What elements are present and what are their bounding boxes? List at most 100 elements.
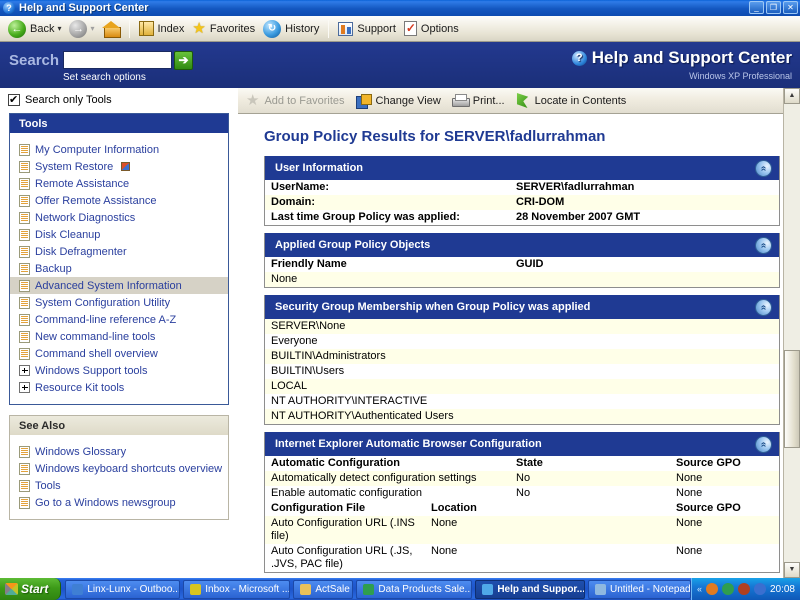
favorites-label: Favorites <box>209 22 256 35</box>
sidebar-item-system-restore[interactable]: System Restore <box>10 158 228 175</box>
close-button[interactable]: ✕ <box>783 1 798 14</box>
brand-block: ? Help and Support Center Windows XP Pro… <box>571 48 792 81</box>
taskbar-item-label: Help and Suppor... <box>497 583 585 595</box>
history-button[interactable]: ↻ History <box>259 18 323 40</box>
taskbar-item[interactable]: Data Products Sale... <box>356 579 473 599</box>
section-title: Security Group Membership when Group Pol… <box>275 301 591 313</box>
support-label: Support <box>357 22 396 35</box>
add-to-favorites-button[interactable]: ★ Add to Favorites <box>244 93 354 108</box>
table-row: Auto Configuration URL (.INS file) None No… <box>265 516 779 544</box>
home-button[interactable] <box>99 18 124 40</box>
toolbar-separator-2 <box>328 19 330 38</box>
index-book-icon <box>138 21 154 36</box>
table-cell: Everyone <box>271 335 318 347</box>
section-body: Friendly Name GUID None <box>265 257 779 287</box>
search-only-tools-row[interactable]: Search only Tools <box>0 88 238 113</box>
sidebar-item-system-configuration-utility[interactable]: System Configuration Utility <box>10 294 228 311</box>
section-header: Applied Group Policy Objects « <box>265 233 779 257</box>
sidebar-item-label: My Computer Information <box>35 143 160 156</box>
scroll-down-button[interactable]: ▼ <box>784 562 800 578</box>
taskbar-item[interactable]: Help and Suppor... <box>475 579 585 599</box>
search-input[interactable] <box>63 51 172 69</box>
minimize-button[interactable]: _ <box>749 1 764 14</box>
back-label: Back <box>30 22 55 35</box>
forward-arrow-icon: → <box>69 19 88 38</box>
page-title: Group Policy Results for SERVER\fadlurra… <box>264 128 606 145</box>
report-section: Applied Group Policy Objects « Friendly Na… <box>264 233 780 288</box>
sidebar-item-new-command-line-tools[interactable]: New command-line tools <box>10 328 228 345</box>
print-button[interactable]: Print... <box>450 94 514 107</box>
taskbar-task-list: Linx-Lunx - Outboo... Inbox - Microsoft .… <box>61 579 691 599</box>
sidebar-item-command-shell-overview[interactable]: Command shell overview <box>10 345 228 362</box>
taskbar-clock[interactable]: 20:08 <box>770 584 795 595</box>
index-button[interactable]: Index <box>135 18 189 40</box>
tray-icon-2[interactable] <box>721 583 734 595</box>
page-icon <box>19 228 30 241</box>
see-also-item-label: Windows Glossary <box>35 445 127 458</box>
scrollbar-thumb[interactable] <box>784 350 800 448</box>
start-button[interactable]: Start <box>0 578 62 600</box>
search-only-tools-checkbox[interactable] <box>8 93 20 106</box>
page-icon <box>19 445 30 458</box>
table-cell: SERVER\None <box>271 320 346 332</box>
see-also-item-windows-keyboard-shortcuts-overview[interactable]: Windows keyboard shortcuts overview <box>10 460 228 477</box>
see-also-item-windows-glossary[interactable]: Windows Glossary <box>10 443 228 460</box>
taskbar-item[interactable]: Inbox - Microsoft ... <box>183 579 291 599</box>
sidebar-item-remote-assistance[interactable]: Remote Assistance <box>10 175 228 192</box>
sidebar-item-resource-kit-tools[interactable]: Resource Kit tools <box>10 379 228 396</box>
sidebar-item-disk-defragmenter[interactable]: Disk Defragmenter <box>10 243 228 260</box>
locate-in-contents-button[interactable]: Locate in Contents <box>514 93 636 108</box>
back-dropdown-icon[interactable]: ▾ <box>57 24 61 33</box>
sidebar-item-label: Offer Remote Assistance <box>35 194 157 207</box>
tray-icon-1[interactable] <box>705 583 718 595</box>
taskbar-item[interactable]: ActSale <box>293 579 354 599</box>
sidebar-item-windows-support-tools[interactable]: Windows Support tools <box>10 362 228 379</box>
sidebar-item-network-diagnostics[interactable]: Network Diagnostics <box>10 209 228 226</box>
add-to-favorites-label: Add to Favorites <box>264 94 345 107</box>
forward-button[interactable]: → ▾ <box>65 18 98 40</box>
brand-title: ? Help and Support Center <box>571 48 792 68</box>
brand-subtitle: Windows XP Professional <box>689 71 792 81</box>
see-also-item-go-to-a-windows-newsgroup[interactable]: Go to a Windows newsgroup <box>10 494 228 511</box>
vertical-scrollbar[interactable]: ▲ ▼ <box>783 88 800 578</box>
collapse-section-button[interactable]: « <box>755 237 772 254</box>
sidebar-item-command-line-reference-a-z[interactable]: Command-line reference A-Z <box>10 311 228 328</box>
collapse-section-button[interactable]: « <box>755 299 772 316</box>
table-cell: State <box>516 457 543 469</box>
sidebar-item-my-computer-information[interactable]: My Computer Information <box>10 141 228 158</box>
sidebar-item-backup[interactable]: Backup <box>10 260 228 277</box>
sidebar-item-disk-cleanup[interactable]: Disk Cleanup <box>10 226 228 243</box>
collapse-section-button[interactable]: « <box>755 160 772 177</box>
tray-expand-icon[interactable]: « <box>697 584 702 594</box>
search-banner: Search ➔ Set search options ? Help and S… <box>0 42 800 88</box>
table-cell: Friendly Name <box>271 258 347 270</box>
tray-icon-4[interactable] <box>753 583 766 595</box>
expand-plus-icon[interactable] <box>19 365 30 376</box>
options-button[interactable]: Options <box>400 18 463 40</box>
table-cell: No <box>516 487 531 499</box>
forward-dropdown-icon[interactable]: ▾ <box>90 24 94 33</box>
tray-icon-3[interactable] <box>737 583 750 595</box>
expand-plus-icon[interactable] <box>19 382 30 393</box>
maximize-button[interactable]: ❐ <box>766 1 781 14</box>
set-search-options-link[interactable]: Set search options <box>63 72 146 83</box>
favorites-button[interactable]: ★ Favorites <box>188 18 259 40</box>
sidebar-item-advanced-system-information[interactable]: Advanced System Information <box>10 277 228 294</box>
sidebar-item-offer-remote-assistance[interactable]: Offer Remote Assistance <box>10 192 228 209</box>
taskbar-item-label: Inbox - Microsoft ... <box>205 583 291 595</box>
report-section: Internet Explorer Automatic Browser Conf… <box>264 432 780 573</box>
scroll-up-button[interactable]: ▲ <box>784 88 800 104</box>
support-button[interactable]: Support <box>334 18 400 40</box>
search-go-button[interactable]: ➔ <box>174 51 193 70</box>
taskbar-item[interactable]: Untitled - Notepad <box>587 579 691 599</box>
change-view-button[interactable]: Change View <box>354 93 450 109</box>
table-cell: NT AUTHORITY\INTERACTIVE <box>271 395 428 407</box>
collapse-section-button[interactable]: « <box>755 436 772 453</box>
back-button[interactable]: ← Back ▾ <box>4 18 65 40</box>
see-also-item-tools[interactable]: Tools <box>10 477 228 494</box>
table-cell: Auto Configuration URL (.JS, .JVS, PAC f… <box>271 545 413 570</box>
taskbar-item[interactable]: Linx-Lunx - Outboo... <box>65 579 181 599</box>
table-cell: BUILTIN\Administrators <box>271 350 386 362</box>
printer-icon <box>451 94 470 107</box>
table-cell: Source GPO <box>676 457 741 469</box>
